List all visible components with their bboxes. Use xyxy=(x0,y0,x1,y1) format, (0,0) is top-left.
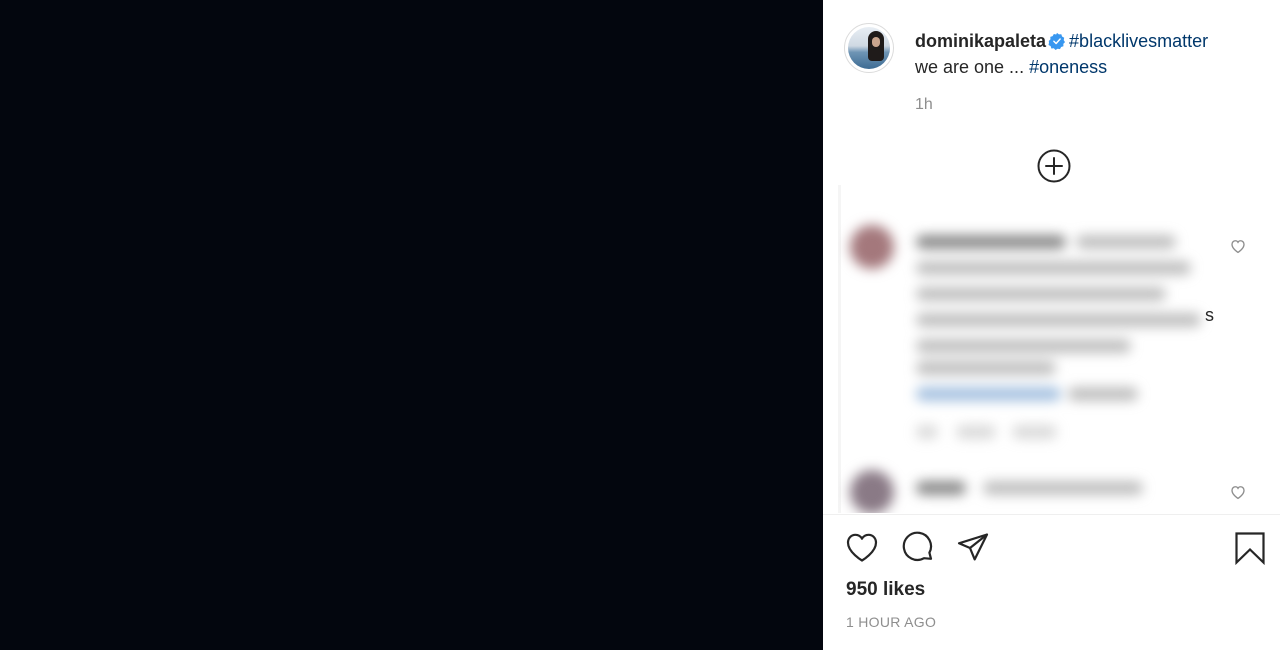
comment-meta-blur xyxy=(916,425,938,439)
avatar-face xyxy=(872,37,880,47)
comment-mention-blur xyxy=(916,387,1061,401)
comment-text-blur xyxy=(916,261,1191,275)
avatar-image xyxy=(848,27,890,69)
speech-bubble-icon[interactable] xyxy=(901,531,935,565)
comment-meta-blur xyxy=(1012,425,1057,439)
comment-avatar xyxy=(850,470,894,513)
comment-text-blur xyxy=(916,361,1056,375)
relative-time: 1h xyxy=(915,96,933,113)
comment-text-blur xyxy=(916,287,1166,301)
comment-text-blur xyxy=(1076,235,1176,249)
hashtag-link-blacklivesmatter[interactable]: #blacklivesmatter xyxy=(1069,31,1208,51)
post-timestamp[interactable]: 1 HOUR AGO xyxy=(846,614,936,630)
comments-list[interactable]: s xyxy=(838,185,1280,513)
comment-text-blur xyxy=(916,313,1201,327)
hashtag-link-oneness[interactable]: #oneness xyxy=(1029,57,1107,77)
comment-text-blur xyxy=(916,339,1131,353)
avatar[interactable] xyxy=(844,23,894,73)
comments-scroll-edge xyxy=(838,185,841,513)
caption: dominikapaleta #blacklivesmatter we are … xyxy=(915,28,1265,80)
heart-icon[interactable] xyxy=(845,531,879,565)
comment-overflow-char: s xyxy=(1205,305,1214,325)
action-bar: 950 likes 1 HOUR AGO xyxy=(823,514,1280,650)
likes-count[interactable]: 950 likes xyxy=(846,579,925,601)
bookmark-icon[interactable] xyxy=(1233,531,1267,565)
comment-avatar xyxy=(850,225,894,269)
comment-text-blur xyxy=(1068,387,1138,401)
post-sidebar: dominikapaleta #blacklivesmatter we are … xyxy=(823,0,1280,650)
post-media[interactable] xyxy=(0,0,823,650)
verified-badge-icon xyxy=(1048,32,1066,50)
caption-area: dominikapaleta #blacklivesmatter we are … xyxy=(823,0,1280,185)
comment-username-blur xyxy=(916,481,966,495)
comment-meta-blur xyxy=(956,425,996,439)
plus-circle-icon[interactable] xyxy=(1037,149,1071,183)
caption-body: we are one ... xyxy=(915,57,1025,77)
paper-plane-icon[interactable] xyxy=(956,531,990,565)
comment-text-blur xyxy=(983,481,1143,495)
comment-username-blur xyxy=(916,235,1066,249)
small-heart-icon[interactable] xyxy=(1229,237,1247,255)
small-heart-icon[interactable] xyxy=(1229,483,1247,501)
username-link[interactable]: dominikapaleta xyxy=(915,31,1046,51)
